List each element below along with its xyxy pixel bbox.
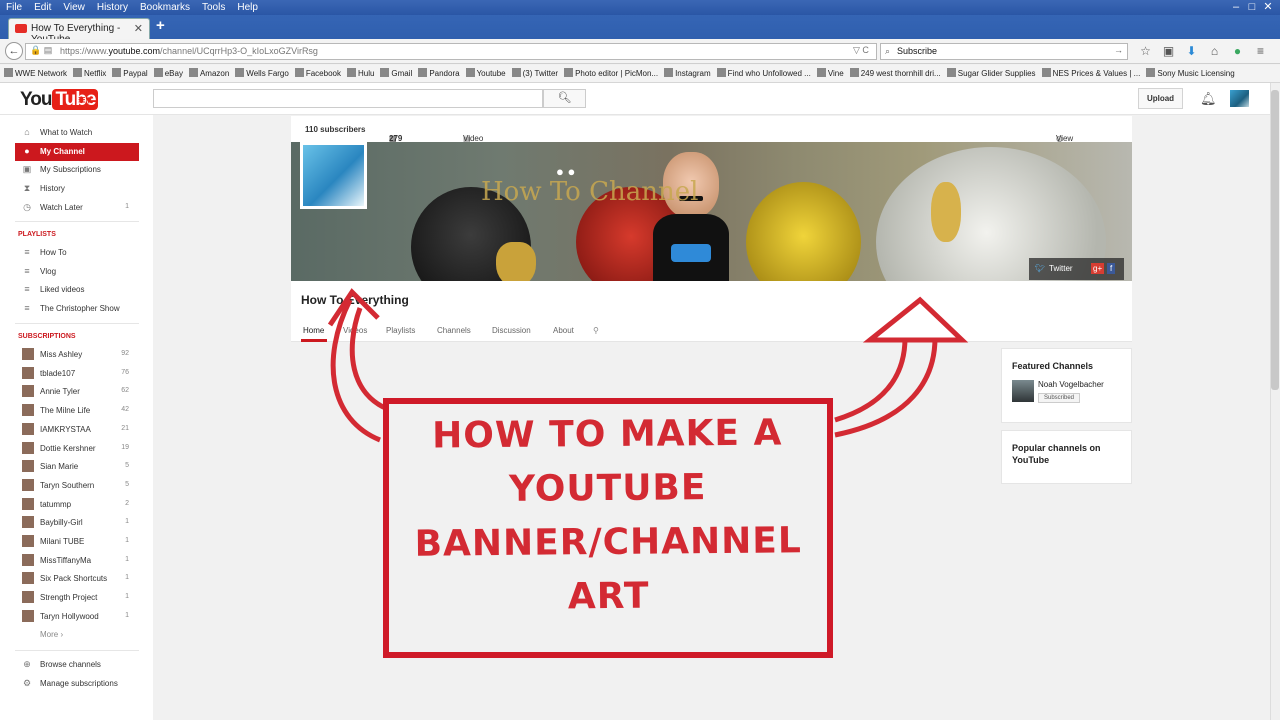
promo-title: HOW TO MAKE A YOUTUBE BANNER/CHANNEL ART	[388, 402, 828, 626]
promo-title-box: HOW TO MAKE A YOUTUBE BANNER/CHANNEL ART	[383, 398, 833, 658]
left-curved-arrow	[327, 288, 391, 443]
promo-line-4: ART	[567, 575, 650, 618]
promo-line-3: BANNER/CHANNEL	[414, 520, 803, 565]
promo-line-2: YOUTUBE	[508, 467, 707, 510]
right-curved-arrow	[834, 296, 969, 438]
promo-line-1: HOW TO MAKE A	[432, 412, 783, 457]
